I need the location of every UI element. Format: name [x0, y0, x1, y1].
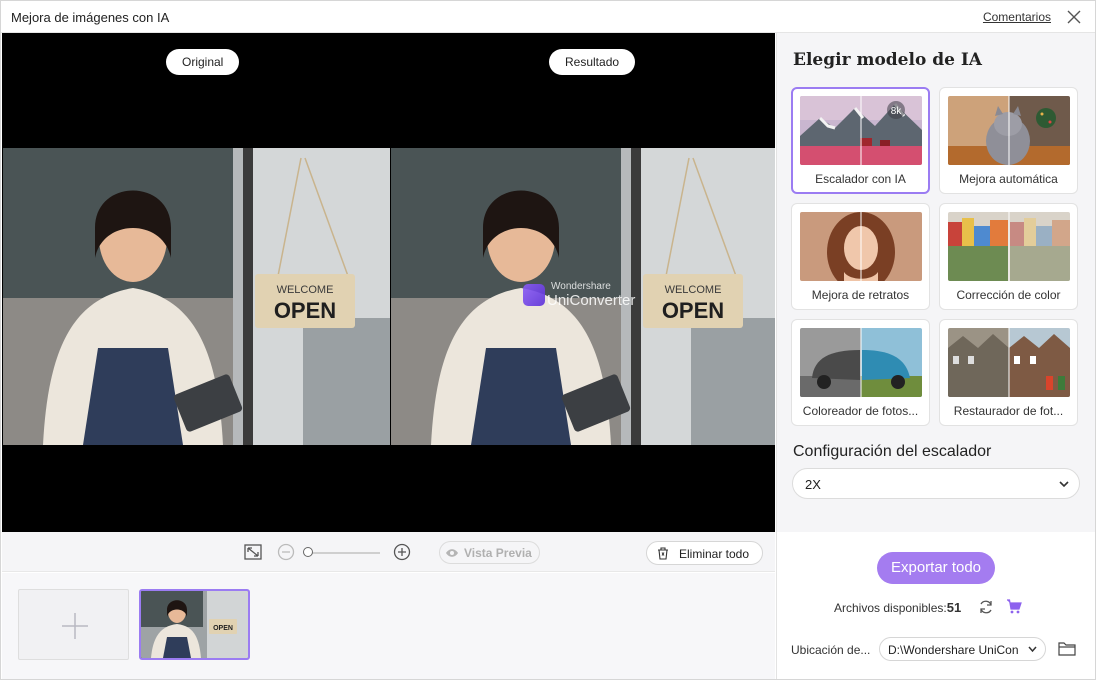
upscaler-config-label: Configuración del escalador — [793, 443, 992, 460]
model-label: Mejora de retratos — [811, 288, 910, 302]
delete-all-label: Eliminar todo — [679, 547, 750, 561]
preview-button-label: Vista Previa — [464, 546, 532, 560]
original-label: Original — [166, 49, 240, 75]
scale-select-value: 2X — [805, 477, 821, 492]
zoom-slider-handle[interactable] — [303, 547, 313, 557]
title-bar: Mejora de imágenes con IA Comentarios — [1, 1, 1095, 33]
preview-button[interactable]: Vista Previa — [439, 541, 540, 564]
output-location-label: Ubicación de... — [791, 643, 871, 657]
thumbnail-sign-text: OPEN — [213, 625, 233, 632]
eye-icon — [446, 549, 458, 557]
plus-icon — [62, 613, 88, 639]
trash-icon — [658, 547, 668, 560]
model-label: Restaurador de fot... — [953, 404, 1064, 418]
close-icon[interactable] — [1065, 8, 1083, 26]
model-card-upscaler[interactable]: 8k Escalador con IA — [791, 87, 930, 194]
restorer-preview-image — [948, 328, 1070, 397]
model-card-portrait[interactable]: Mejora de retratos — [791, 203, 930, 310]
upscaler-preview-image: 8k — [800, 96, 922, 165]
panel-title: Elegir modelo de IA — [793, 50, 982, 70]
available-files: Archivos disponibles:51 — [834, 600, 961, 615]
export-all-button[interactable]: Exportar todo — [877, 552, 995, 584]
zoom-in-icon[interactable] — [393, 543, 411, 561]
scale-select[interactable]: 2X — [792, 468, 1080, 499]
feedback-link[interactable]: Comentarios — [983, 10, 1051, 24]
ai-model-panel: Elegir modelo de IA 8k Escalador con IA — [776, 33, 1095, 532]
window-title: Mejora de imágenes con IA — [11, 10, 170, 25]
thumbnail-strip: OPEN — [2, 573, 775, 679]
output-location-select[interactable]: D:\Wondershare UniCon — [879, 637, 1046, 661]
preview-area: Original Resultado WELCOME OPEN WELCOME … — [2, 33, 775, 532]
model-card-color-correction[interactable]: Corrección de color — [939, 203, 1078, 310]
refresh-icon[interactable] — [978, 599, 994, 615]
colorizer-preview-image — [800, 328, 922, 397]
image-thumbnail[interactable]: OPEN — [139, 589, 250, 660]
original-image: WELCOME OPEN — [3, 148, 390, 445]
cart-icon[interactable] — [1006, 599, 1022, 614]
ai-image-enhancer-window: Mejora de imágenes con IA Comentarios Or… — [0, 0, 1096, 680]
output-location-value: D:\Wondershare UniCon — [888, 643, 1019, 657]
watermark-brand: Wondershare — [551, 281, 611, 292]
chevron-down-icon — [1028, 646, 1037, 653]
folder-icon[interactable] — [1058, 641, 1076, 656]
zoom-slider-track[interactable] — [304, 552, 380, 554]
sign-welcome-text-result: WELCOME — [665, 284, 722, 296]
fit-screen-icon[interactable] — [244, 544, 262, 560]
sign-open-text: OPEN — [274, 298, 336, 323]
model-card-restorer[interactable]: Restaurador de fot... — [939, 319, 1078, 426]
add-image-button[interactable] — [18, 589, 129, 660]
model-label: Escalador con IA — [815, 172, 906, 186]
chevron-down-icon — [1059, 481, 1069, 488]
result-image: WELCOME OPEN Wondershare UniConverter — [391, 148, 775, 445]
result-label: Resultado — [549, 49, 636, 75]
model-card-colorizer[interactable]: Coloreador de fotos... — [791, 319, 930, 426]
upscaler-8k-badge: 8k — [891, 106, 903, 117]
portrait-preview-image — [800, 212, 922, 281]
model-label: Coloreador de fotos... — [802, 404, 919, 418]
available-files-count: 51 — [946, 600, 962, 615]
model-label: Mejora automática — [959, 172, 1058, 186]
sign-open-text-result: OPEN — [662, 298, 724, 323]
available-files-label: Archivos disponibles: — [834, 601, 947, 615]
delete-all-button[interactable]: Eliminar todo — [646, 541, 763, 565]
sign-welcome-text: WELCOME — [277, 284, 334, 296]
model-card-auto-enhance[interactable]: Mejora automática — [939, 87, 1078, 194]
color-correction-preview-image — [948, 212, 1070, 281]
uniconverter-logo-icon — [523, 284, 545, 306]
auto-enhance-preview-image — [948, 96, 1070, 165]
export-area: Exportar todo Archivos disponibles:51 Ub… — [776, 532, 1095, 679]
model-label: Corrección de color — [956, 288, 1061, 302]
preview-toolbar: Vista Previa Eliminar todo — [2, 532, 775, 572]
zoom-out-icon[interactable] — [277, 543, 295, 561]
watermark-product: UniConverter — [547, 292, 636, 309]
